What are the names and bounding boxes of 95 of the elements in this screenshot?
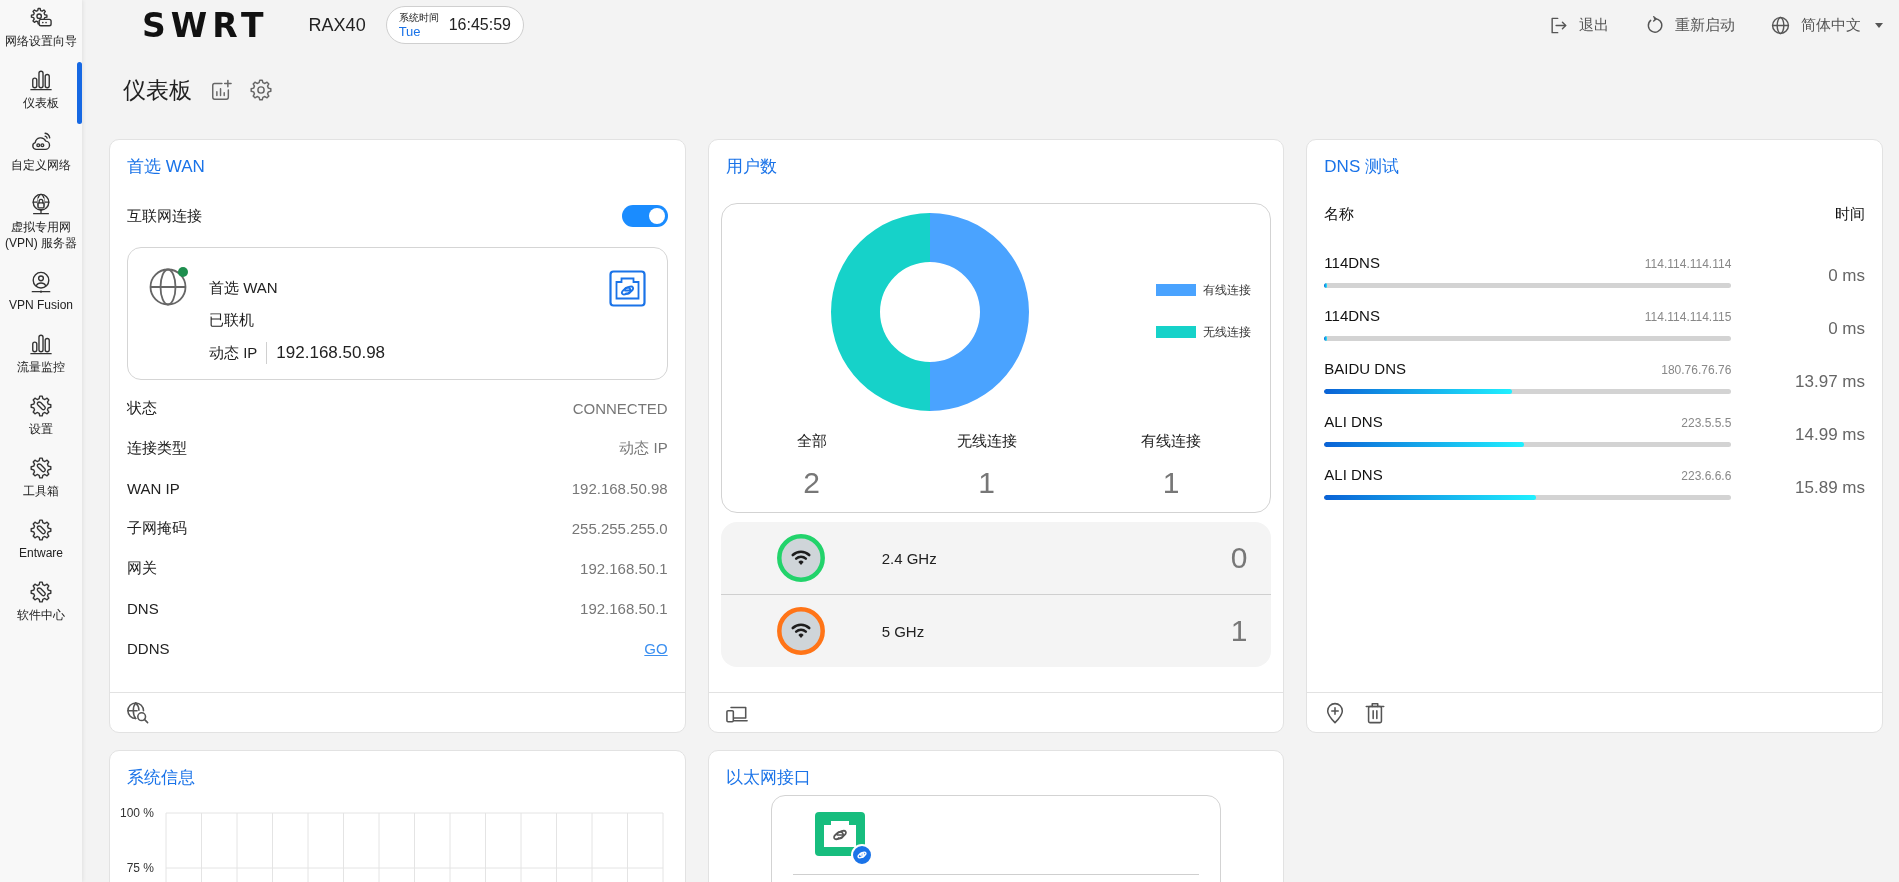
globe-search-icon[interactable] bbox=[127, 701, 149, 724]
stat-value: 1 bbox=[1162, 465, 1180, 501]
clock-time: 16:45:59 bbox=[448, 16, 511, 34]
info-label: 子网掩码 bbox=[127, 518, 187, 538]
sidebar-item[interactable]: 自定义网络 bbox=[0, 124, 82, 186]
stat-value: 2 bbox=[803, 465, 820, 501]
legend-label: 无线连接 bbox=[1202, 323, 1251, 341]
card-title: 系统信息 bbox=[126, 767, 196, 788]
dns-name: 114DNS bbox=[1324, 306, 1380, 326]
gear-wrench-icon bbox=[30, 395, 52, 417]
dns-address: 223.5.5.5 bbox=[1681, 416, 1732, 430]
connection-status: 已联机 bbox=[209, 310, 255, 330]
info-value: CONNECTED bbox=[572, 399, 668, 417]
info-label: WAN IP bbox=[127, 479, 180, 497]
globe-icon bbox=[149, 268, 187, 306]
band-label: 5 GHz bbox=[881, 622, 925, 640]
dns-address: 114.114.114.115 bbox=[1644, 310, 1732, 324]
weekday: Tue bbox=[398, 23, 422, 39]
bar-chart-icon bbox=[30, 69, 52, 91]
toggle-label: 互联网连接 bbox=[127, 206, 202, 226]
dns-name: 114DNS bbox=[1324, 253, 1380, 273]
globe-lock-icon bbox=[30, 193, 52, 215]
gear-wrench-icon bbox=[30, 457, 52, 479]
legend-label: 有线连接 bbox=[1202, 281, 1251, 299]
info-value: 192.168.50.1 bbox=[580, 599, 668, 617]
sidebar-item[interactable]: VPN Fusion bbox=[0, 264, 82, 326]
stat-label: 全部 bbox=[796, 431, 827, 451]
response-time: 15.89 ms bbox=[1794, 477, 1865, 499]
stat-label: 无线连接 bbox=[956, 431, 1017, 451]
band-count: 0 bbox=[1230, 541, 1248, 575]
sidebar-item[interactable]: 网络设置向导 bbox=[0, 0, 82, 62]
gear-wrench-icon bbox=[30, 581, 52, 603]
dns-address: 114.114.114.114 bbox=[1644, 257, 1732, 271]
toggle-switch[interactable] bbox=[621, 205, 668, 227]
logout-button[interactable]: 退出 bbox=[1549, 15, 1609, 35]
add-chart-icon[interactable] bbox=[210, 79, 232, 101]
info-label: DNS bbox=[127, 599, 159, 617]
logout-icon bbox=[1549, 15, 1568, 35]
info-value: 255.255.255.0 bbox=[571, 519, 668, 537]
info-label: 状态 bbox=[127, 398, 157, 418]
model-name: RAX40 bbox=[308, 14, 366, 36]
restart-icon bbox=[1645, 15, 1664, 35]
response-time: 14.99 ms bbox=[1794, 424, 1865, 446]
card-title: 以太网接口 bbox=[724, 767, 812, 788]
clock-label: 系统时间 bbox=[398, 11, 439, 24]
stat-value: 1 bbox=[978, 465, 995, 501]
sidebar-item[interactable]: 设置 bbox=[0, 388, 82, 450]
gear-router-icon bbox=[30, 7, 52, 29]
settings-icon[interactable] bbox=[250, 79, 272, 101]
connection-type: 动态 IP bbox=[209, 343, 258, 363]
caret-icon bbox=[1875, 22, 1883, 28]
ip-address: 192.168.50.98 bbox=[276, 343, 386, 363]
dns-name: BAIDU DNS bbox=[1324, 359, 1406, 379]
info-value: 192.168.50.98 bbox=[571, 479, 668, 497]
dns-name: ALI DNS bbox=[1324, 412, 1383, 432]
sidebar-item[interactable]: 工具箱 bbox=[0, 450, 82, 512]
card-title: 首选 WAN bbox=[126, 156, 206, 177]
sidebar-item[interactable]: 虚拟专用网(VPN) 服务器 bbox=[0, 186, 82, 264]
cloud-wifi-icon bbox=[30, 131, 52, 153]
info-label: DDNS bbox=[127, 639, 170, 657]
page-title: 仪表板 bbox=[123, 75, 192, 105]
restart-button[interactable]: 重新启动 bbox=[1645, 15, 1735, 35]
connection-name: 首选 WAN bbox=[209, 278, 279, 298]
column-header: 名称 bbox=[1324, 204, 1355, 224]
response-time: 0 ms bbox=[1827, 318, 1865, 340]
bar-chart-icon bbox=[30, 333, 52, 355]
globe-user-icon bbox=[30, 271, 52, 293]
language-button[interactable]: 简体中文 bbox=[1771, 15, 1883, 35]
axis-label: 75 % bbox=[126, 861, 154, 875]
sidebar-item[interactable]: 流量监控 bbox=[0, 326, 82, 388]
card-title: DNS 测试 bbox=[1323, 156, 1400, 177]
response-time: 0 ms bbox=[1827, 265, 1865, 287]
ethernet-port-icon[interactable] bbox=[608, 270, 646, 307]
info-label: 连接类型 bbox=[127, 438, 187, 458]
axis-label: 100 % bbox=[119, 806, 154, 820]
response-time: 13.97 ms bbox=[1794, 371, 1865, 393]
globe-icon bbox=[1771, 15, 1790, 35]
sidebar-item[interactable]: Entware bbox=[0, 512, 82, 574]
sidebar-item[interactable]: 软件中心 bbox=[0, 574, 82, 636]
sidebar-item[interactable]: 仪表板 bbox=[0, 62, 82, 124]
stat-label: 有线连接 bbox=[1141, 431, 1201, 451]
ethernet-port-icon[interactable] bbox=[815, 812, 873, 866]
logo: SWRT bbox=[142, 8, 269, 42]
info-value: 动态 IP bbox=[619, 438, 668, 458]
dns-name: ALI DNS bbox=[1324, 465, 1383, 485]
card-title: 用户数 bbox=[724, 156, 778, 177]
trash-icon[interactable] bbox=[1364, 701, 1387, 724]
info-label: 网关 bbox=[127, 558, 157, 578]
column-header: 时间 bbox=[1835, 204, 1865, 224]
dns-address: 180.76.76.76 bbox=[1661, 363, 1732, 377]
band-count: 1 bbox=[1230, 614, 1248, 648]
dns-address: 223.6.6.6 bbox=[1681, 469, 1732, 483]
band-label: 2.4 GHz bbox=[881, 549, 937, 567]
info-value: 192.168.50.1 bbox=[580, 559, 668, 577]
gear-wrench-icon bbox=[30, 519, 52, 541]
